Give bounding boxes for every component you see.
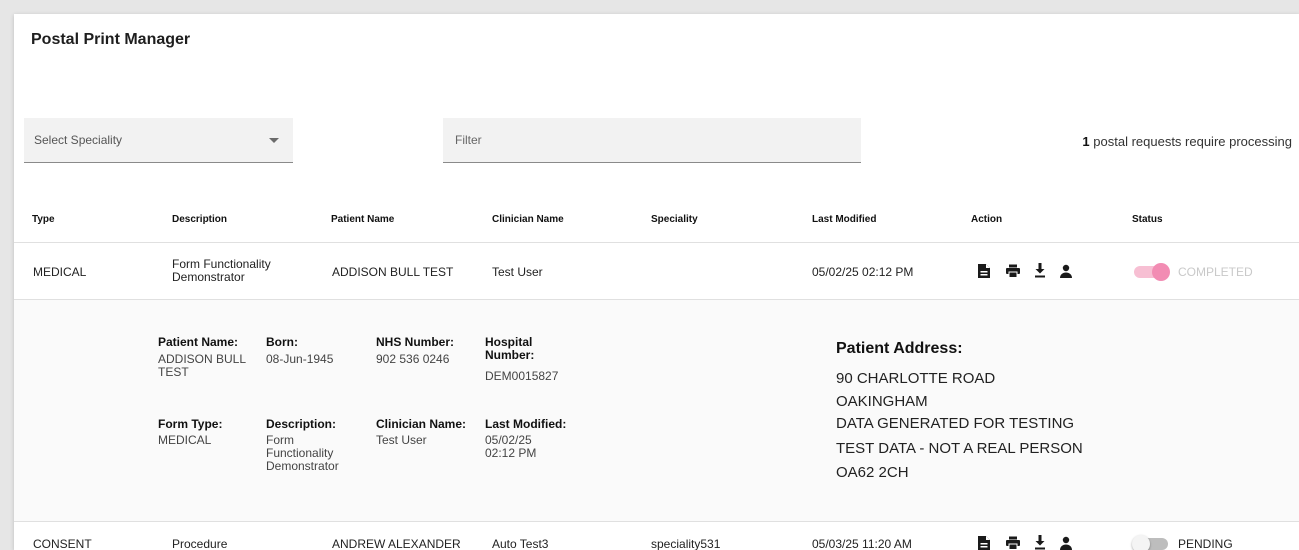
address-line: 90 CHARLOTTE ROAD — [836, 370, 996, 387]
detail-value-born: 08-Jun-1945 — [266, 352, 334, 366]
row-last-modified: 05/02/25 02:12 PM — [812, 265, 914, 279]
row-patient-name: ANDREW ALEXANDER — [332, 537, 461, 550]
detail-label-born: Born: — [266, 335, 298, 349]
detail-value-patient-name: ADDISON BULL TEST — [158, 352, 246, 379]
status-toggle[interactable] — [1134, 263, 1170, 281]
address-line: OAKINGHAM — [836, 393, 928, 410]
divider — [14, 521, 1299, 522]
detail-label-hospital-number: Hospital Number: — [485, 335, 535, 362]
column-header-patient-name[interactable]: Patient Name — [331, 214, 394, 225]
detail-label-nhs-number: NHS Number: — [376, 335, 455, 349]
document-icon[interactable] — [977, 535, 991, 550]
detail-label-description: Description: — [266, 417, 337, 431]
detail-value-nhs-number: 902 536 0246 — [376, 352, 450, 366]
patient-address-heading: Patient Address: — [836, 340, 963, 357]
pending-count-text: postal requests require processing — [1093, 134, 1292, 149]
detail-value-clinician-name: Test User — [376, 433, 427, 447]
divider — [14, 242, 1299, 243]
row-clinician-name: Test User — [492, 265, 543, 279]
pending-requests-counter: 1 postal requests require processing — [1082, 134, 1292, 149]
chevron-down-icon — [269, 138, 279, 143]
detail-label-patient-name: Patient Name: — [158, 335, 239, 349]
page-title: Postal Print Manager — [31, 31, 191, 48]
toggle-knob — [1132, 535, 1150, 550]
row-description: Form Functionality Demonstrator — [172, 257, 271, 284]
row-detail-panel — [14, 300, 1299, 521]
detail-label-form-type: Form Type: — [158, 417, 223, 431]
address-line: DATA GENERATED FOR TESTING — [836, 415, 1075, 432]
detail-label-clinician-name: Clinician Name: — [376, 417, 467, 431]
address-line: OA62 2CH — [836, 464, 909, 481]
speciality-select[interactable]: Select Speciality — [24, 118, 293, 163]
column-header-type[interactable]: Type — [32, 214, 55, 225]
column-header-action: Action — [971, 214, 1003, 225]
detail-value-last-modified: 05/02/25 02:12 PM — [485, 433, 537, 460]
column-header-status[interactable]: Status — [1132, 214, 1163, 225]
print-icon[interactable] — [1005, 264, 1021, 278]
status-label: PENDING — [1178, 537, 1233, 550]
row-clinician-name: Auto Test3 — [492, 537, 549, 550]
row-speciality: speciality531 — [651, 537, 721, 550]
toggle-knob — [1152, 263, 1170, 281]
row-patient-name: ADDISON BULL TEST — [332, 265, 454, 279]
detail-value-description: Form Functionality Demonstrator — [266, 433, 339, 473]
postal-print-manager-card: Postal Print Manager Select Speciality 1… — [14, 14, 1299, 550]
row-type: MEDICAL — [33, 265, 87, 279]
address-line: TEST DATA - NOT A REAL PERSON — [836, 440, 1083, 457]
row-type: CONSENT — [33, 537, 92, 550]
speciality-select-placeholder: Select Speciality — [34, 133, 123, 147]
person-icon[interactable] — [1059, 264, 1073, 278]
row-description: Procedure — [172, 537, 228, 550]
pending-count: 1 — [1082, 134, 1090, 149]
column-header-last-modified[interactable]: Last Modified — [812, 214, 876, 225]
detail-value-hospital-number: DEM0015827 — [485, 369, 559, 383]
download-icon[interactable] — [1034, 263, 1046, 278]
row-last-modified: 05/03/25 11:20 AM — [812, 537, 912, 550]
column-header-speciality[interactable]: Speciality — [651, 214, 698, 225]
document-icon[interactable] — [977, 263, 991, 279]
filter-input[interactable] — [443, 118, 861, 163]
column-header-description[interactable]: Description — [172, 214, 227, 225]
status-label: COMPLETED — [1178, 265, 1253, 279]
column-header-clinician-name[interactable]: Clinician Name — [492, 214, 564, 225]
download-icon[interactable] — [1034, 535, 1046, 550]
status-toggle[interactable] — [1132, 535, 1168, 550]
detail-label-last-modified: Last Modified: — [485, 417, 567, 431]
print-icon[interactable] — [1005, 536, 1021, 550]
detail-value-form-type: MEDICAL — [158, 433, 212, 447]
person-icon[interactable] — [1059, 536, 1073, 550]
